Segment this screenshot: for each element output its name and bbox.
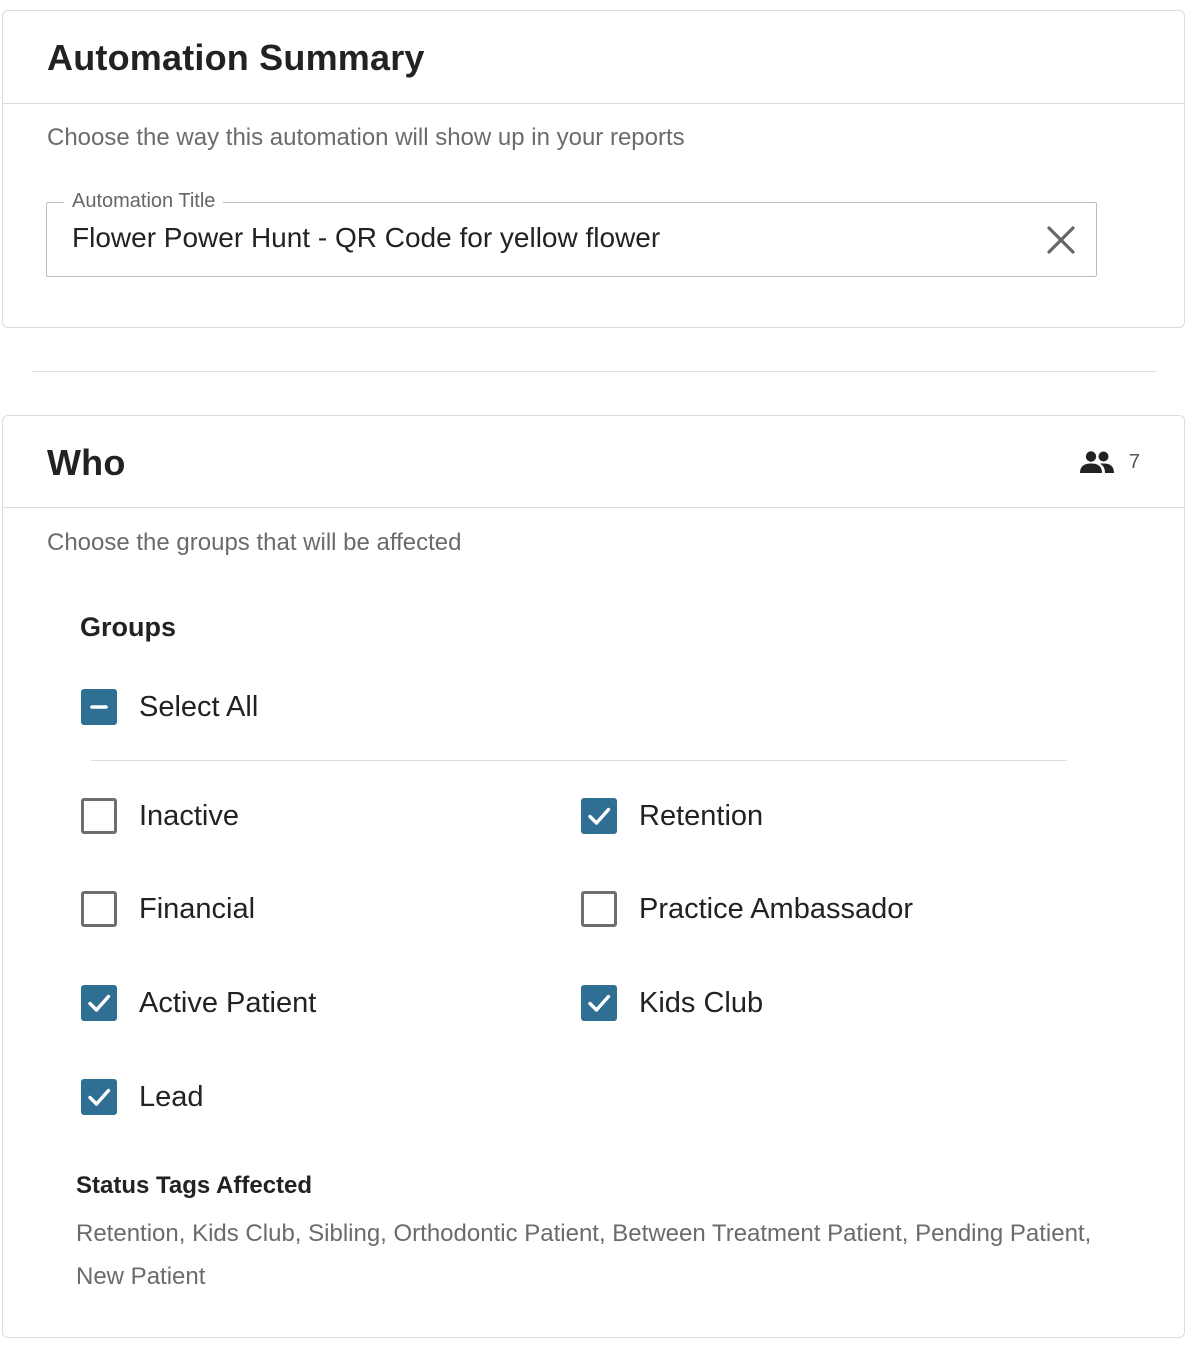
group-checkbox-box[interactable]	[81, 1079, 117, 1115]
check-icon	[88, 1088, 111, 1106]
group-checkbox-active-patient[interactable]: Active Patient	[81, 985, 316, 1021]
group-label: Financial	[139, 892, 256, 925]
group-checkbox-box[interactable]	[581, 985, 617, 1021]
group-label: Kids Club	[639, 986, 764, 1019]
group-label: Practice Ambassador	[639, 892, 914, 925]
who-card: Who 7 Choose the groups that will be aff…	[2, 415, 1185, 1338]
audience-count-value: 7	[1128, 450, 1140, 473]
group-checkbox-box[interactable]	[581, 891, 617, 927]
people-icon	[1079, 451, 1114, 473]
group-checkbox-practice-ambassador[interactable]: Practice Ambassador	[581, 891, 913, 927]
select-all-box[interactable]	[81, 689, 117, 725]
check-icon	[588, 994, 611, 1012]
clear-title-button[interactable]	[1044, 223, 1078, 257]
close-icon[interactable]	[1044, 223, 1078, 257]
who-title: Who	[47, 442, 126, 483]
automation-title-label: Automation Title	[64, 190, 224, 213]
group-label: Lead	[139, 1080, 204, 1113]
automation-title-field[interactable]: Automation Title	[46, 190, 1097, 277]
group-checkbox-box[interactable]	[581, 798, 617, 834]
group-checkbox-box[interactable]	[81, 891, 117, 927]
check-icon	[588, 807, 611, 825]
check-icon	[88, 994, 111, 1012]
section-divider	[31, 371, 1157, 372]
audience-count: 7	[1079, 450, 1140, 474]
group-checkbox-inactive[interactable]: Inactive	[81, 798, 239, 834]
group-checkbox-box[interactable]	[81, 985, 117, 1021]
group-checkbox-lead[interactable]: Lead	[81, 1079, 204, 1115]
automation-summary-title: Automation Summary	[47, 37, 425, 78]
status-tags-heading: Status Tags Affected	[76, 1172, 313, 1199]
group-checkbox-retention[interactable]: Retention	[581, 798, 763, 834]
automation-summary-header: Automation Summary	[3, 11, 1184, 104]
select-all-label: Select All	[139, 690, 259, 723]
who-header: Who 7	[3, 416, 1184, 508]
group-label: Active Patient	[139, 986, 317, 1019]
status-tags-list: Retention, Kids Club, Sibling, Orthodont…	[76, 1220, 1092, 1290]
group-label: Inactive	[139, 799, 239, 832]
automation-summary-card: Automation Summary Choose the way this a…	[2, 10, 1185, 328]
group-checkbox-financial[interactable]: Financial	[81, 891, 255, 927]
automation-title-input[interactable]	[72, 222, 1002, 254]
groups-heading: Groups	[80, 612, 177, 642]
who-subtitle: Choose the groups that will be affected	[47, 529, 462, 556]
group-checkbox-box[interactable]	[81, 798, 117, 834]
group-checkbox-kids-club[interactable]: Kids Club	[581, 985, 763, 1021]
automation-summary-subtitle: Choose the way this automation will show…	[47, 124, 685, 151]
group-label: Retention	[639, 799, 764, 832]
minus-icon	[90, 705, 108, 709]
groups-divider	[91, 760, 1067, 761]
select-all-checkbox[interactable]: Select All	[81, 689, 258, 725]
